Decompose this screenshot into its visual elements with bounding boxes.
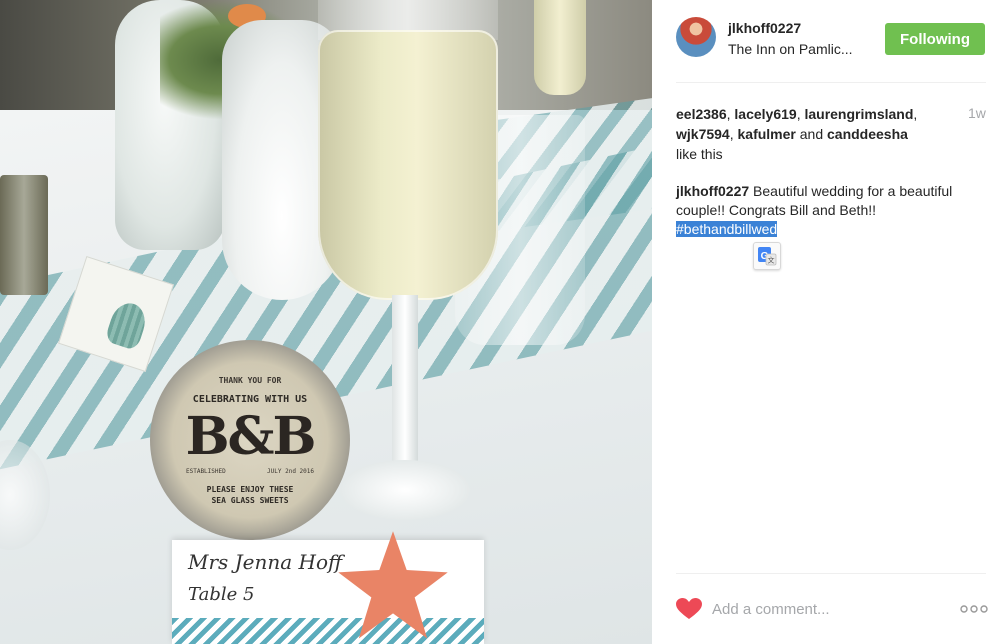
like-user[interactable]: lacely619	[734, 106, 796, 122]
comment-bar	[676, 590, 988, 630]
post-location[interactable]: The Inn on Pamlic...	[728, 41, 853, 57]
translate-icon[interactable]: G 文	[753, 242, 781, 270]
post-details-panel: jlkhoff0227 The Inn on Pamlic... Followi…	[652, 0, 1000, 644]
favor-jar-lid: THANK YOU FOR CELEBRATING WITH US B&B ES…	[150, 340, 350, 540]
jar-text-celebrating: CELEBRATING WITH US	[192, 394, 308, 405]
jar-text-sweets: SEA GLASS SWEETS	[211, 496, 289, 505]
jar-date: JULY 2nd 2016	[267, 468, 314, 475]
caption-username[interactable]: jlkhoff0227	[676, 183, 749, 199]
avatar[interactable]	[676, 17, 716, 57]
jar-text-enjoy: PLEASE ENJOY THESE	[206, 485, 294, 494]
jar-monogram: B&B	[185, 406, 317, 467]
place-card-table: Table 5	[188, 584, 255, 605]
more-options-icon[interactable]	[960, 604, 988, 614]
like-user[interactable]: kafulmer	[738, 126, 796, 142]
post-username[interactable]: jlkhoff0227	[728, 20, 801, 36]
heart-icon[interactable]	[676, 598, 702, 620]
caption-hashtag[interactable]: #bethandbillwed	[676, 221, 778, 237]
like-user[interactable]: laurengrimsland	[804, 106, 913, 122]
likes-summary: eel2386, lacely619, laurengrimsland, wjk…	[676, 106, 918, 162]
starfish-icon	[338, 531, 448, 639]
like-user[interactable]: canddeesha	[827, 126, 908, 142]
divider	[676, 82, 986, 83]
jar-established: ESTABLISHED	[186, 468, 226, 475]
post-header: jlkhoff0227 The Inn on Pamlic... Followi…	[676, 17, 986, 67]
divider	[676, 573, 986, 574]
likes-suffix: like this	[676, 146, 723, 162]
champagne-glass-stem	[392, 295, 418, 485]
jar-left	[0, 175, 48, 295]
jar-text-thank-you: THANK YOU FOR	[218, 376, 282, 385]
jar-text-bottom: PLEASE ENJOY THESE SEA GLASS SWEETS	[190, 484, 310, 506]
like-user[interactable]: wjk7594	[676, 126, 730, 142]
champagne-flute-background	[534, 0, 586, 95]
seashell-icon	[104, 298, 151, 352]
place-card-name: Mrs Jenna Hoff	[188, 550, 343, 574]
post-timestamp[interactable]: 1w	[968, 105, 986, 121]
following-button[interactable]: Following	[885, 23, 985, 55]
jar-established-row: ESTABLISHED JULY 2nd 2016	[186, 468, 314, 475]
comment-input[interactable]	[712, 598, 942, 620]
svg-text:文: 文	[768, 256, 775, 265]
champagne-glass-foot	[340, 460, 470, 520]
like-user[interactable]: eel2386	[676, 106, 727, 122]
post-photo[interactable]: THANK YOU FOR CELEBRATING WITH US B&B ES…	[0, 0, 652, 644]
post-caption: jlkhoff0227 Beautiful wedding for a beau…	[676, 182, 976, 239]
likes-and: and	[799, 126, 824, 142]
champagne-glass-bowl	[318, 30, 498, 300]
